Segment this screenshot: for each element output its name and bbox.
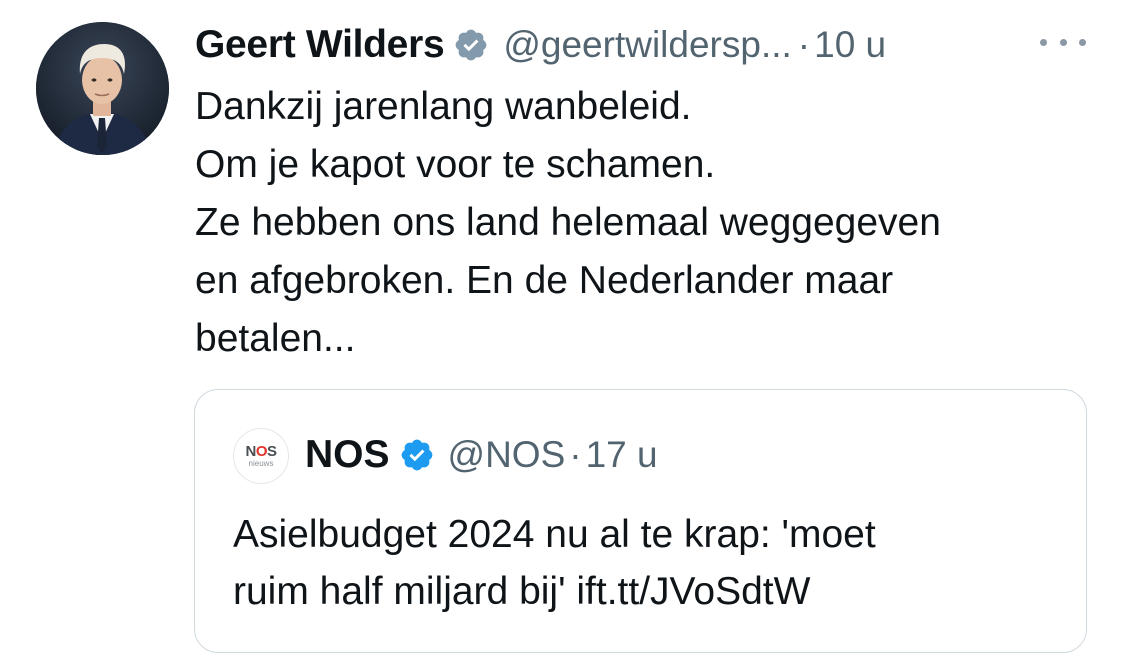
header-separator: · [797,24,811,65]
nos-logo-text: NOS [245,442,277,460]
author-avatar[interactable] [36,22,169,155]
tweet-header: Geert Wilders @geertwildersp... · 10 u [195,18,886,72]
tweet-text-line: Dankzij jarenlang wanbeleid. [195,85,692,128]
author-name[interactable]: Geert Wilders [195,23,445,67]
tweet-text-line: en afgebroken. En de Nederlander maar [195,259,894,302]
tweet-text: Dankzij jarenlang wanbeleid. Om je kapot… [195,78,1075,368]
quoted-author-handle[interactable]: @NOS [448,434,566,476]
quoted-header-separator: · [569,434,582,475]
verified-badge-icon[interactable] [399,437,435,473]
tweet-timestamp[interactable]: 10 u [814,24,886,66]
more-options-icon[interactable] [1040,30,1086,54]
quoted-tweet-timestamp[interactable]: 17 u [586,434,658,476]
tweet[interactable]: Geert Wilders @geertwildersp... · 10 u D… [0,0,1125,666]
verified-badge-icon[interactable] [453,27,489,63]
quoted-tweet-header: NOS @NOS · 17 u [305,430,658,480]
tweet-text-line: Om je kapot voor te schamen. [195,143,716,186]
author-handle[interactable]: @geertwildersp... [503,24,791,66]
quoted-text-line: ruim half miljard bij' ift.tt/JVoSdtW [233,570,811,613]
quoted-author-name[interactable]: NOS [305,433,390,477]
quoted-tweet-text: Asielbudget 2024 nu al te krap: 'moet ru… [233,506,1063,620]
person-avatar-icon [36,22,169,155]
quoted-text-line: Asielbudget 2024 nu al te krap: 'moet [233,513,876,556]
dot-icon [1079,38,1086,46]
nos-logo-subtext: nieuws [248,458,274,468]
quoted-tweet[interactable]: NOS nieuws NOS @NOS · 17 u Asielbudget 2… [194,389,1087,653]
nos-avatar[interactable]: NOS nieuws [233,428,289,484]
tweet-text-line: Ze hebben ons land helemaal weggegeven [195,201,941,244]
dot-icon [1040,38,1047,46]
dot-icon [1059,38,1067,46]
tweet-text-line: betalen... [195,317,356,360]
